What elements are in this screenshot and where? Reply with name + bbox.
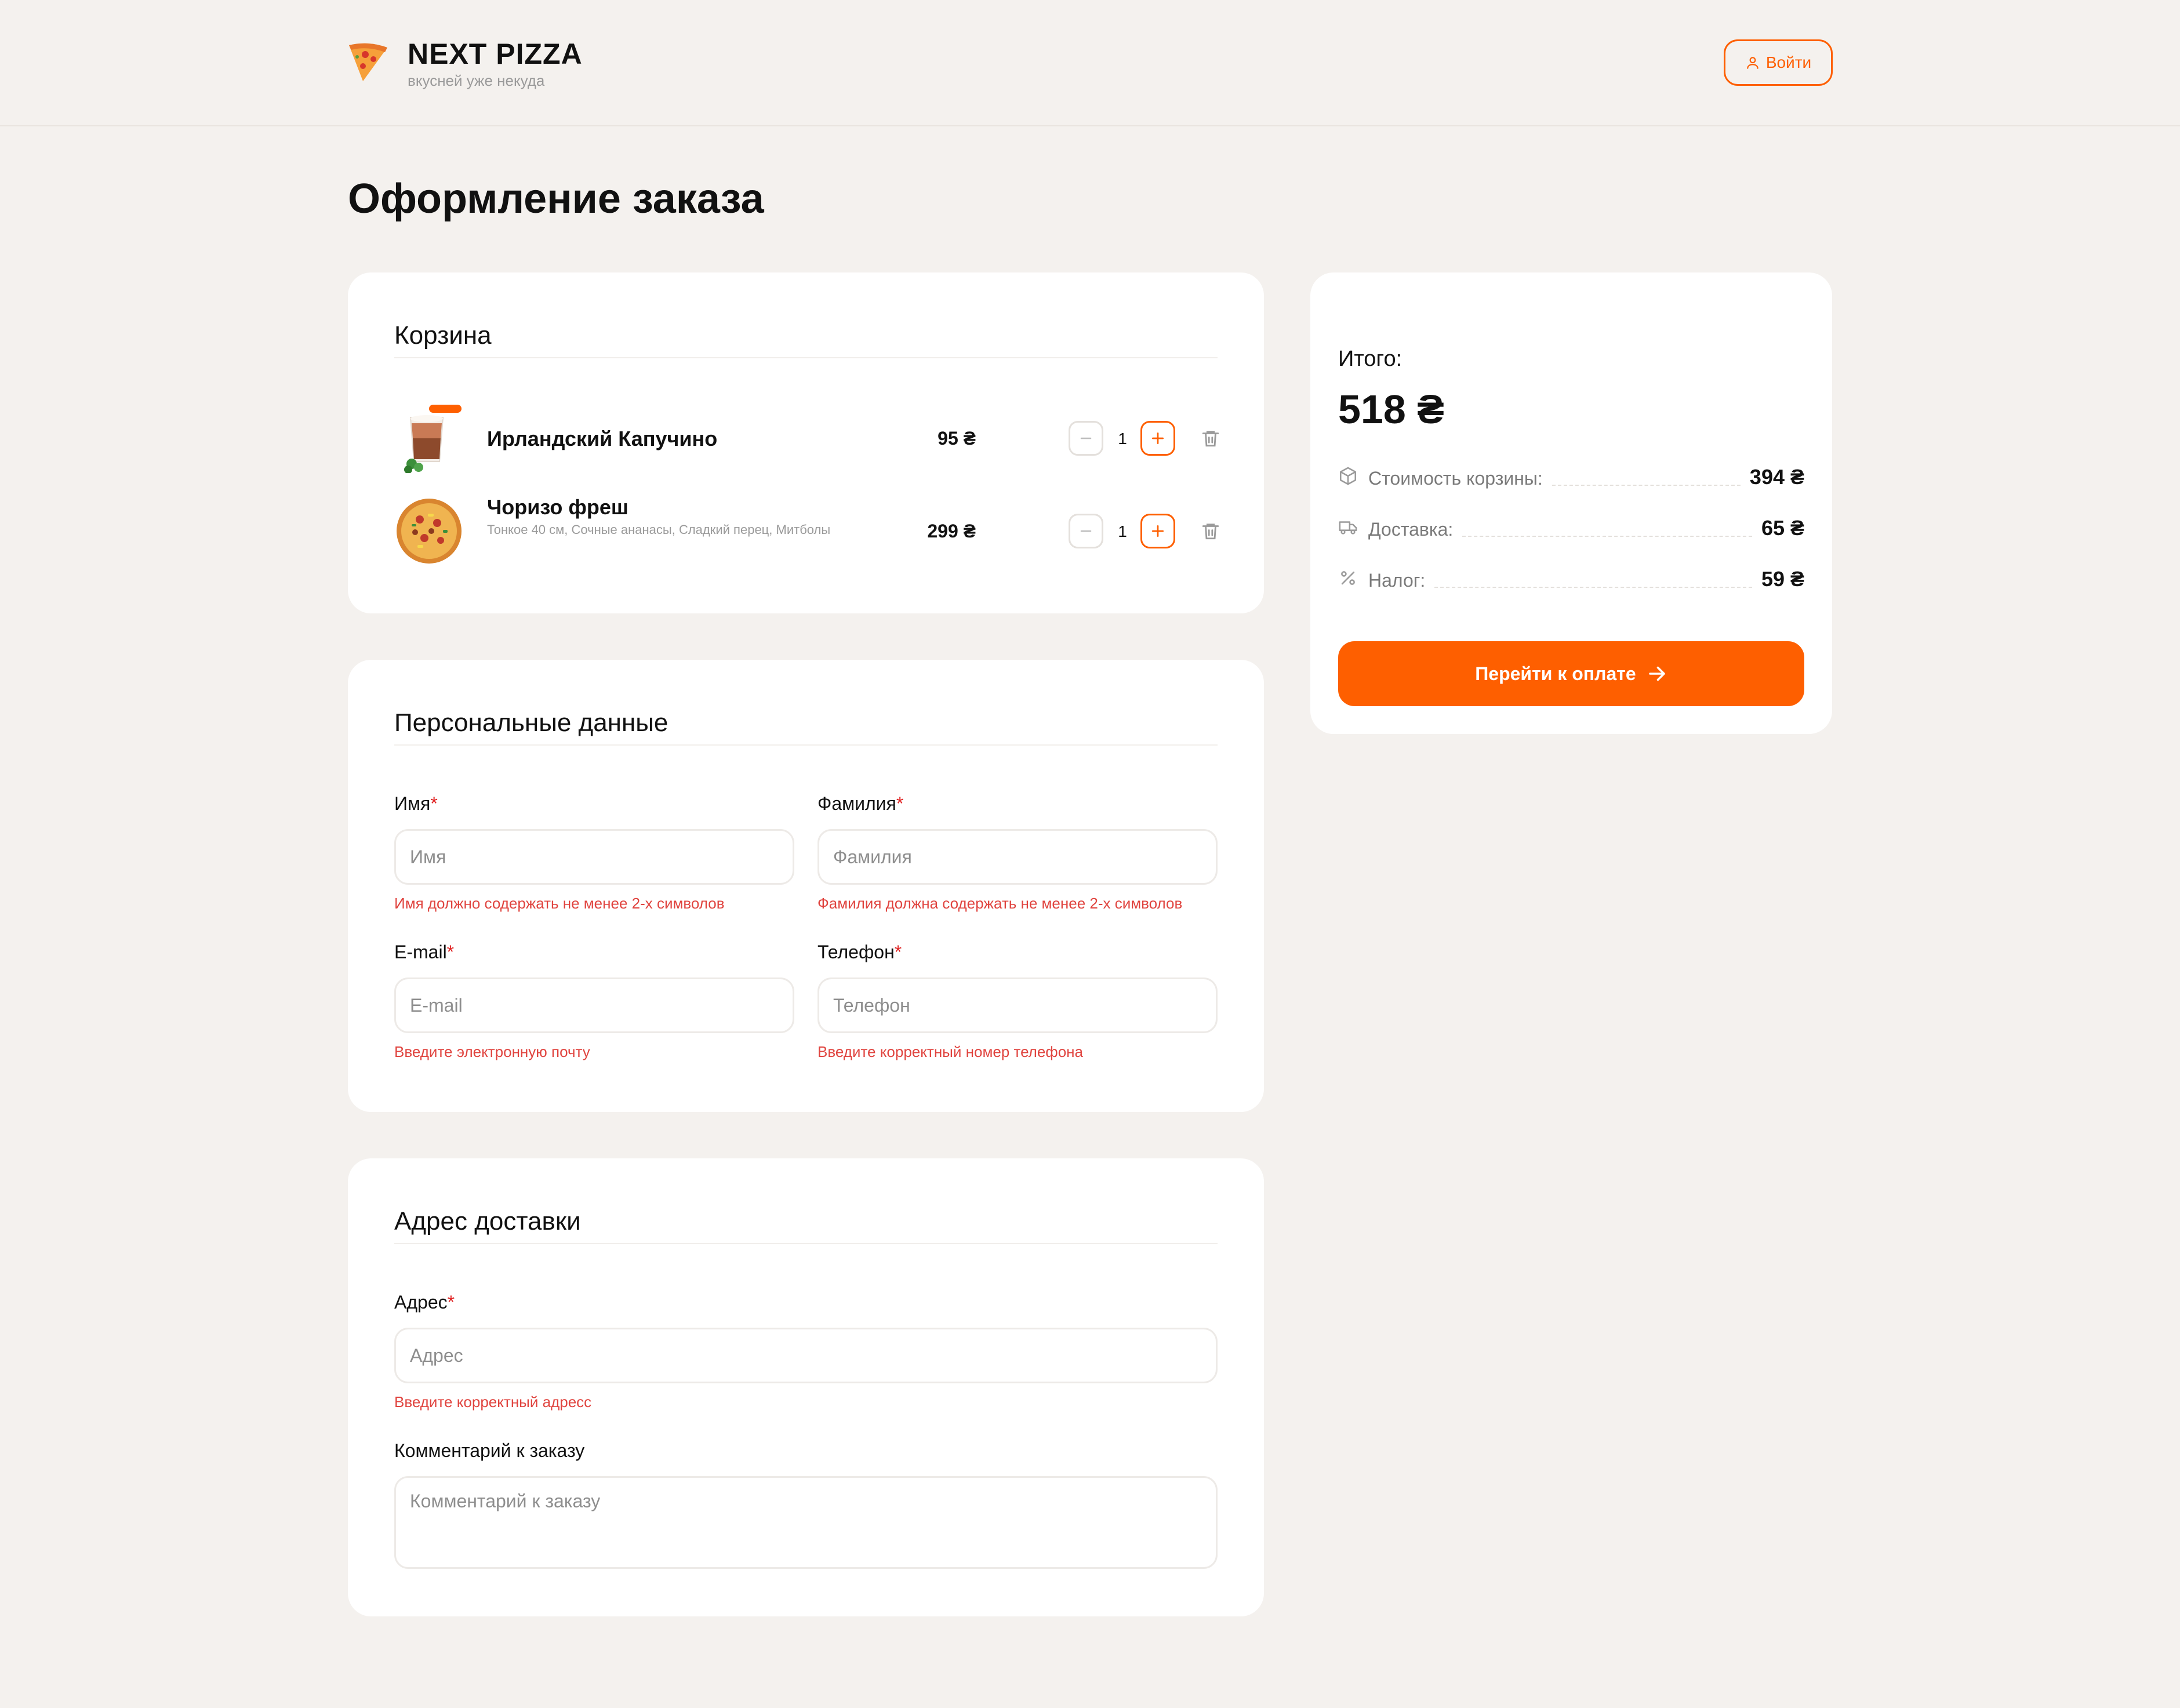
cart-divider	[394, 357, 1218, 358]
login-button[interactable]: Войти	[1724, 39, 1833, 86]
cart-cost-value: 394 ₴	[1749, 465, 1804, 489]
last-name-input[interactable]	[818, 829, 1218, 885]
trash-icon[interactable]	[1201, 428, 1220, 448]
delivery-card: Адрес доставки Адрес* Введите корректный…	[348, 1158, 1264, 1616]
item-quantity: 1	[1118, 522, 1127, 540]
required-mark: *	[446, 942, 455, 962]
increase-quantity-button[interactable]	[1140, 421, 1175, 456]
email-input[interactable]	[394, 977, 794, 1033]
cart-card: Корзина Ирландский Капучино 95 ₴ 1 Чориз…	[348, 272, 1264, 613]
package-icon	[1339, 467, 1357, 485]
total-value: 518 ₴	[1338, 387, 1444, 432]
last-name-error: Фамилия должна содержать не менее 2-х си…	[818, 895, 1183, 912]
required-mark: *	[894, 942, 902, 962]
delivery-cost-value: 65 ₴	[1761, 516, 1804, 540]
cart-item: Ирландский Капучино 95 ₴ 1	[394, 404, 1220, 485]
plus-icon	[1151, 525, 1164, 537]
percent-icon	[1341, 571, 1355, 585]
email-label-text: E-mail	[394, 942, 447, 962]
dotted-leader	[1552, 485, 1741, 486]
dotted-leader	[1434, 587, 1752, 588]
decrease-quantity-button[interactable]	[1069, 421, 1103, 456]
delivery-title: Адрес доставки	[394, 1207, 581, 1235]
first-name-input[interactable]	[394, 829, 794, 885]
item-quantity: 1	[1118, 430, 1127, 448]
last-name-label: Фамилия*	[818, 793, 903, 815]
item-name: Чоризо фреш	[487, 495, 628, 519]
brand-title: NEXT PIZZA	[408, 38, 583, 70]
comment-textarea[interactable]	[394, 1476, 1218, 1569]
pizza-logo-icon	[349, 43, 387, 81]
last-name-label-text: Фамилия	[818, 793, 896, 814]
first-name-label: Имя*	[394, 793, 438, 815]
tax-value: 59 ₴	[1761, 567, 1804, 591]
item-name: Ирландский Капучино	[487, 427, 718, 450]
phone-label: Телефон*	[818, 942, 902, 963]
delivery-divider	[394, 1243, 1218, 1244]
email-error: Введите электронную почту	[394, 1043, 590, 1060]
item-description: Тонкое 40 см, Сочные ананасы, Сладкий пе…	[487, 522, 831, 537]
page-title: Оформление заказа	[348, 176, 764, 222]
arrow-right-icon	[1648, 666, 1665, 681]
phone-error: Введите корректный номер телефона	[818, 1043, 1083, 1060]
required-mark: *	[447, 1292, 455, 1313]
pizza-image	[397, 499, 462, 564]
dotted-leader	[1462, 536, 1752, 537]
tax-label: Налог:	[1368, 570, 1426, 591]
cappuccino-image	[404, 405, 462, 473]
personal-data-card: Персональные данные Имя* Имя должно соде…	[348, 660, 1264, 1112]
cart-item: Чоризо фреш Тонкое 40 см, Сочные ананасы…	[394, 495, 1220, 577]
email-label: E-mail*	[394, 942, 454, 963]
address-error: Введите корректный адресс	[394, 1393, 592, 1411]
brand-subtitle: вкусней уже некуда	[408, 72, 545, 89]
pay-button-label: Перейти к оплате	[1475, 663, 1636, 684]
item-price: 95 ₴	[938, 428, 976, 449]
truck-icon	[1339, 521, 1357, 535]
personal-title: Персональные данные	[394, 708, 668, 737]
delivery-cost-label: Доставка:	[1368, 519, 1454, 540]
cart-title: Корзина	[394, 321, 492, 350]
cart-cost-row: Стоимость корзины: 394 ₴	[1338, 461, 1804, 489]
phone-label-text: Телефон	[818, 942, 895, 962]
cart-cost-label: Стоимость корзины:	[1368, 468, 1543, 489]
item-price: 299 ₴	[927, 521, 976, 542]
required-mark: *	[430, 793, 438, 814]
site-header: NEXT PIZZA вкусней уже некуда Войти	[0, 0, 2180, 126]
minus-icon	[1080, 437, 1092, 439]
trash-icon[interactable]	[1201, 521, 1220, 541]
increase-quantity-button[interactable]	[1140, 514, 1175, 548]
delivery-cost-row: Доставка: 65 ₴	[1338, 513, 1804, 540]
order-summary-card: Итого: 518 ₴ Стоимость корзины: 394 ₴ До…	[1310, 272, 1832, 734]
plus-icon	[1151, 432, 1164, 445]
address-label: Адрес*	[394, 1292, 455, 1313]
login-label: Войти	[1765, 53, 1812, 71]
go-to-payment-button[interactable]: Перейти к оплате	[1338, 641, 1804, 706]
address-input[interactable]	[394, 1328, 1218, 1383]
address-label-text: Адрес	[394, 1292, 448, 1313]
decrease-quantity-button[interactable]	[1069, 514, 1103, 548]
user-icon	[1747, 57, 1758, 69]
minus-icon	[1080, 530, 1092, 532]
required-mark: *	[896, 793, 904, 814]
comment-label: Комментарий к заказу	[394, 1440, 585, 1461]
total-label: Итого:	[1338, 347, 1403, 371]
phone-input[interactable]	[818, 977, 1218, 1033]
tax-row: Налог: 59 ₴	[1338, 564, 1804, 591]
personal-divider	[394, 744, 1218, 746]
first-name-error: Имя должно содержать не менее 2-х символ…	[394, 895, 725, 912]
first-name-label-text: Имя	[394, 793, 431, 814]
